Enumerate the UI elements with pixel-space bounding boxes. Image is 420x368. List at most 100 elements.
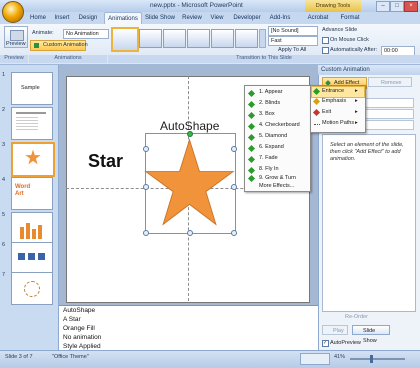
resize-handle[interactable] [143, 146, 149, 152]
menu-item-box[interactable]: 3. Box [259, 111, 275, 117]
menu-item-more-effects[interactable]: More Effects... [259, 183, 294, 189]
zoom-level[interactable]: 41% [334, 354, 345, 360]
group-preview-label: Preview [0, 55, 28, 63]
star-label[interactable]: Star [88, 151, 123, 172]
resize-handle[interactable] [231, 230, 237, 236]
slide-thumb-num: 3 [2, 142, 6, 148]
transition-none[interactable] [111, 27, 139, 52]
submenu-arrow-icon: ▸ [355, 98, 358, 104]
tab-home[interactable]: Home [27, 12, 49, 24]
office-button[interactable] [2, 1, 24, 23]
start-dropdown[interactable] [365, 98, 414, 108]
slide-thumb-7[interactable] [11, 272, 53, 305]
transition-3[interactable] [187, 29, 210, 48]
preview-icon [10, 30, 24, 41]
slide-thumb-num: 2 [2, 107, 6, 113]
submenu-emphasis[interactable]: Emphasis [322, 98, 346, 104]
maximize-icon[interactable]: □ [390, 1, 404, 12]
motion-paths-icon [314, 121, 320, 125]
resize-handle[interactable] [231, 184, 237, 190]
slide-thumb-1[interactable]: Sample [11, 72, 53, 105]
tab-design[interactable]: Design [76, 12, 100, 24]
auto-after-label: Automatically After: [330, 47, 378, 53]
menu-item-fade[interactable]: 7. Fade [259, 155, 278, 161]
zoom-slider-thumb[interactable] [370, 355, 373, 363]
slide-thumb-4[interactable]: Word Art [11, 177, 53, 210]
menu-item-fly-in[interactable]: 8. Fly In [259, 166, 279, 172]
submenu-arrow-icon: ▸ [355, 88, 358, 94]
tab-acrobat[interactable]: Acrobat [304, 12, 332, 24]
note-line: Style Applied [63, 343, 101, 350]
submenu-arrow-icon: ▸ [355, 120, 358, 126]
thumb-bar [32, 229, 36, 239]
submenu-motion-paths[interactable]: Motion Paths [322, 120, 354, 126]
slide-thumb-2[interactable] [11, 107, 53, 140]
on-mouse-click-label: On Mouse Click [330, 37, 369, 43]
speed-dropdown[interactable]: Fast [268, 36, 318, 46]
resize-handle[interactable] [143, 184, 149, 190]
on-mouse-click-checkbox[interactable] [322, 37, 329, 44]
thumb-block [38, 253, 45, 260]
speed-dropdown-pane[interactable] [365, 120, 414, 130]
minimize-icon[interactable]: – [376, 1, 390, 12]
resize-handle[interactable] [187, 230, 193, 236]
tab-format[interactable]: Format [338, 12, 362, 24]
close-icon[interactable]: × [404, 1, 418, 12]
slide-thumb-num: 1 [2, 72, 6, 78]
thumb-star-icon [25, 149, 41, 165]
tab-animations[interactable]: Animations [104, 12, 142, 24]
tab-review[interactable]: Review [180, 12, 204, 24]
reorder-label[interactable]: Re-Order [345, 314, 368, 320]
apply-to-all-button[interactable]: Apply To All [278, 47, 306, 53]
menu-item-diamond[interactable]: 5. Diamond [259, 133, 287, 139]
slide-thumb-5[interactable] [11, 212, 53, 245]
group-transition-label: Transition to This Slide [108, 55, 420, 63]
slide-thumb-num: 6 [2, 242, 6, 248]
transition-scroll[interactable] [259, 29, 266, 48]
window-title: new.pptx - Microsoft PowerPoint [150, 2, 243, 9]
custom-animation-button[interactable]: Custom Animation [30, 40, 88, 51]
slide-thumb-num: 4 [2, 177, 6, 183]
property-dropdown[interactable] [365, 109, 414, 119]
note-line: No animation [63, 334, 102, 341]
slide-thumb-3[interactable] [11, 142, 55, 177]
tab-add-ins[interactable]: Add-Ins [266, 12, 294, 24]
thumb-text: Sample [21, 85, 40, 91]
tab-developer[interactable]: Developer [230, 12, 264, 24]
thumb-bar [38, 225, 42, 239]
animate-dropdown[interactable]: No Animation [63, 29, 109, 39]
star-shape[interactable] [144, 133, 235, 232]
tab-slide-show[interactable]: Slide Show [143, 12, 177, 24]
tab-view[interactable]: View [207, 12, 227, 24]
resize-handle[interactable] [231, 146, 237, 152]
zoom-slider[interactable] [350, 358, 405, 360]
menu-item-grow-turn[interactable]: 9. Grow & Turn [259, 175, 296, 181]
transition-5[interactable] [235, 29, 258, 48]
transition-1[interactable] [139, 29, 162, 48]
transition-4[interactable] [211, 29, 234, 48]
slide-show-button[interactable]: Slide Show [352, 325, 390, 344]
remove-button[interactable]: Remove [368, 77, 412, 87]
menu-item-expand[interactable]: 6. Expand [259, 144, 284, 150]
tab-insert[interactable]: Insert [51, 12, 73, 24]
autopreview-checkbox[interactable]: ✓ [322, 340, 329, 347]
rotate-handle[interactable] [187, 131, 193, 137]
menu-item-blinds[interactable]: 2. Blinds [259, 100, 280, 106]
submenu-entrance[interactable]: Entrance [322, 88, 344, 94]
group-animations-label: Animations [29, 55, 107, 63]
thumb-block [18, 253, 25, 260]
play-button[interactable]: Play [322, 325, 348, 335]
menu-item-appear[interactable]: 1. Appear [259, 89, 283, 95]
theme-name: "Office Theme" [52, 354, 89, 360]
menu-item-checkerboard[interactable]: 4. Checkerboard [259, 122, 300, 128]
slide-thumb-6[interactable] [11, 242, 53, 275]
resize-handle[interactable] [143, 230, 149, 236]
view-buttons[interactable] [300, 353, 330, 365]
autopreview-label: AutoPreview [330, 340, 361, 346]
auto-after-checkbox[interactable] [322, 47, 329, 54]
submenu-exit[interactable]: Exit [322, 109, 331, 115]
preview-button[interactable]: Preview [4, 26, 28, 48]
thumb-circle [24, 281, 40, 297]
transition-2[interactable] [163, 29, 186, 48]
sound-dropdown[interactable]: [No Sound] [268, 26, 318, 36]
